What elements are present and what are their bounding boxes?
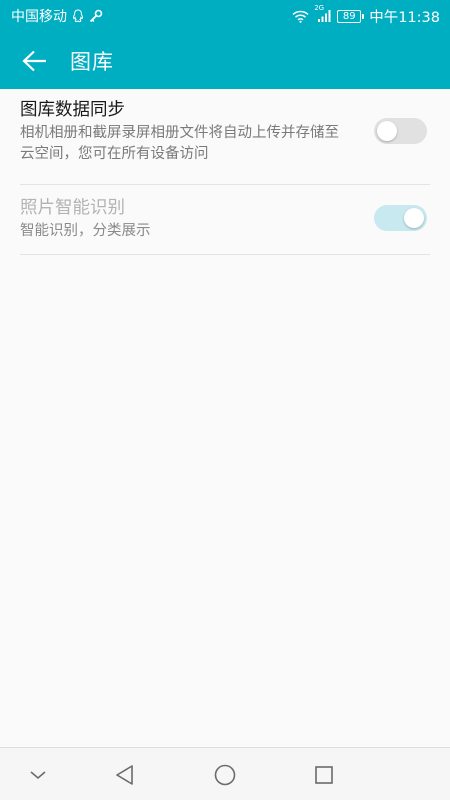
battery-icon: 89 (337, 9, 365, 23)
gallery-sync-toggle[interactable] (374, 118, 427, 144)
navigation-bar (0, 747, 450, 800)
page-title: 图库 (70, 49, 114, 74)
nav-recents-button[interactable] (299, 748, 349, 800)
carrier-name: 中国移动 (11, 9, 67, 25)
qq-notification-icon (72, 9, 84, 23)
settings-list: 图库数据同步 相机相册和截屏录屏相册文件将自动上传并存储至云空间，您可在所有设备… (0, 89, 450, 255)
network-type: 2G (314, 4, 325, 12)
app-bar: 图库 (0, 32, 450, 89)
status-bar: 中国移动 2G 89 中午11:38 (0, 0, 450, 32)
square-recents-icon (315, 765, 333, 784)
circle-home-icon (214, 764, 236, 785)
triangle-back-icon (116, 764, 133, 785)
smart-recognition-toggle[interactable] (374, 205, 427, 231)
back-button[interactable] (0, 32, 70, 89)
setting-title: 照片智能识别 (20, 198, 125, 218)
key-icon (89, 9, 103, 23)
chevron-down-icon (30, 770, 46, 779)
nav-home-button[interactable] (200, 748, 250, 800)
arrow-left-icon (22, 50, 46, 71)
status-bar-left: 中国移动 (11, 6, 103, 26)
toggle-knob (377, 121, 397, 141)
toggle-knob (404, 208, 424, 228)
setting-gallery-sync[interactable]: 图库数据同步 相机相册和截屏录屏相册文件将自动上传并存储至云空间，您可在所有设备… (20, 89, 430, 185)
nav-back-button[interactable] (100, 748, 150, 800)
hide-nav-button[interactable] (13, 748, 63, 800)
clock: 中午11:38 (369, 9, 440, 26)
setting-description: 相机相册和截屏录屏相册文件将自动上传并存储至云空间，您可在所有设备访问 (20, 125, 339, 162)
setting-title: 图库数据同步 (20, 100, 125, 120)
signal-icon: 2G (314, 4, 332, 23)
status-bar-right: 2G 89 中午11:38 (292, 4, 440, 27)
setting-description: 智能识别，分类展示 (20, 223, 151, 239)
setting-smart-recognition[interactable]: 照片智能识别 智能识别，分类展示 (20, 185, 430, 255)
battery-level: 89 (342, 10, 356, 22)
wifi-icon (292, 10, 309, 23)
